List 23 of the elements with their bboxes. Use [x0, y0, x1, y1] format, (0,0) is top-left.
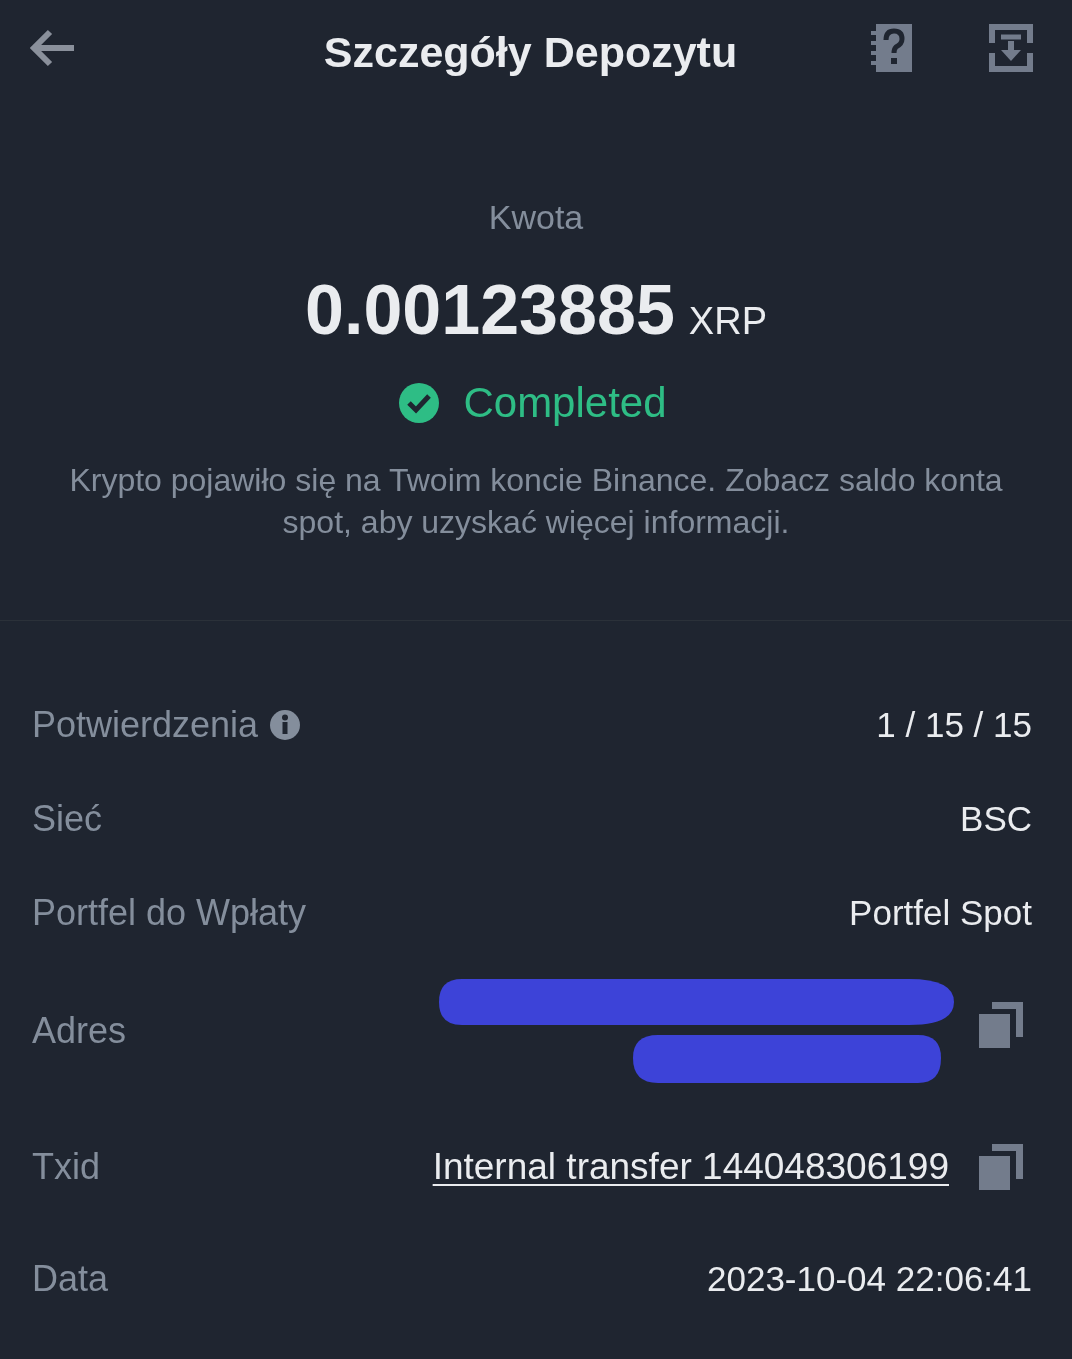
- detail-label: Txid: [32, 1146, 100, 1188]
- detail-value: Portfel Spot: [849, 893, 1032, 933]
- copy-icon[interactable]: [979, 1002, 1023, 1048]
- export-icon[interactable]: [989, 24, 1033, 72]
- info-message: Krypto pojawiło się na Twoim koncie Binance. Zobacz saldo konta spot, aby uzyskać więcej informacji.: [68, 461, 1004, 542]
- amount-value: 0.00123885: [305, 270, 675, 350]
- amount-label: Kwota: [488, 197, 584, 237]
- detail-label: Data: [32, 1258, 109, 1300]
- detail-label: Portfel do Wpłaty: [32, 892, 307, 934]
- detail-value: BSC: [960, 799, 1032, 839]
- currency-code: XRP: [688, 299, 767, 343]
- help-icon[interactable]: [870, 24, 914, 72]
- copy-icon[interactable]: [979, 1144, 1023, 1190]
- detail-label: Sieć: [32, 798, 103, 840]
- status-text: Completed: [463, 378, 667, 428]
- page-title: Szczegóły Depozytu: [323, 27, 738, 77]
- detail-label: Adres: [32, 1010, 127, 1052]
- detail-value: 1 / 15 / 15: [876, 705, 1032, 745]
- detail-label: Potwierdzenia: [32, 704, 259, 746]
- detail-value: 2023-10-04 22:06:41: [707, 1259, 1032, 1299]
- txid-link[interactable]: Internal transfer 144048306199: [432, 1146, 949, 1188]
- info-icon[interactable]: [270, 710, 301, 740]
- back-arrow-icon[interactable]: [28, 29, 76, 67]
